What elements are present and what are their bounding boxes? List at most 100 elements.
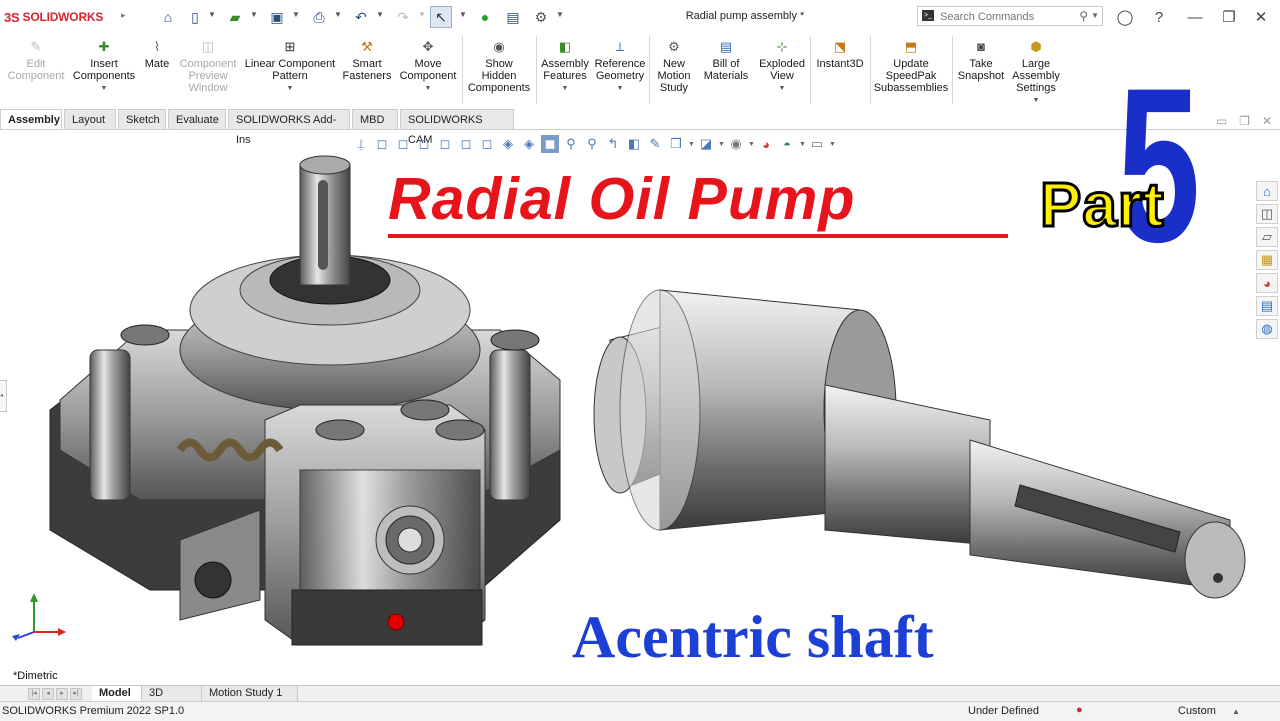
move-component-button[interactable]: ✥ Move Component ▼ — [396, 33, 460, 109]
select-dropdown[interactable]: ▼ — [459, 10, 467, 19]
new-document-dropdown[interactable]: ▼ — [208, 10, 216, 19]
feature-tree-collapse-handle[interactable]: ◂ — [0, 380, 7, 412]
unit-system[interactable]: Custom — [1178, 705, 1216, 717]
tab-model[interactable]: Model — [92, 686, 142, 702]
task-pane-home-button[interactable]: ⌂ — [1256, 181, 1278, 201]
display-style-dropdown-icon[interactable]: ▼ — [718, 141, 725, 148]
tab-solidworks-add-ins[interactable]: SOLIDWORKS Add-Ins — [228, 109, 350, 146]
help-icon: ? — [1154, 8, 1164, 26]
rebuild-status-light-icon[interactable]: ● — [1076, 704, 1083, 716]
exploded-view-button[interactable]: ⊹ Exploded View ▼ — [756, 33, 808, 109]
assembly-features-button[interactable]: ◧ Assembly Features ▼ — [538, 33, 592, 109]
search-icon[interactable]: ⚲ — [1079, 9, 1088, 23]
large-assembly-settings-button[interactable]: ⬢ Large Assembly Settings ▼ — [1008, 33, 1064, 109]
display-style-icon[interactable]: ◪ — [697, 135, 715, 153]
assembly-features-dropdown-icon[interactable]: ▼ — [562, 83, 569, 95]
new-document-button[interactable]: ▯ — [184, 6, 206, 28]
task-pane-resources-button[interactable]: ◫ — [1256, 204, 1278, 224]
smart-fasteners-button[interactable]: ⚒ Smart Fasteners — [340, 33, 394, 109]
view-settings-dropdown-icon[interactable]: ▼ — [829, 141, 836, 148]
previous-view-icon[interactable]: ↰ — [604, 135, 622, 153]
take-snapshot-button[interactable]: ◙ Take Snapshot — [954, 33, 1008, 109]
view-orientation-icon[interactable]: ❒ — [667, 135, 685, 153]
undo-button[interactable]: ↶ — [350, 6, 372, 28]
minimize-button[interactable]: — — [1184, 6, 1206, 28]
open-dropdown[interactable]: ▼ — [250, 10, 258, 19]
apply-scene-icon[interactable]: ◓ — [778, 135, 796, 153]
mate-button[interactable]: ⌇ Mate — [140, 33, 174, 109]
edit-appearance-icon[interactable]: ◕ — [757, 135, 775, 153]
tab-assembly[interactable]: Assembly — [0, 109, 62, 129]
large-assembly-dropdown-icon[interactable]: ▼ — [1033, 95, 1040, 107]
task-pane-community-button[interactable]: ◍ — [1256, 319, 1278, 339]
tab-motion-study-1[interactable]: Motion Study 1 — [202, 686, 298, 702]
task-pane-custom-properties-button[interactable]: ▤ — [1256, 296, 1278, 316]
print-button[interactable]: ⎙ — [308, 6, 330, 28]
first-tab-arrow-icon[interactable]: |◂ — [28, 688, 40, 700]
dynamic-annotation-icon[interactable]: ✎ — [646, 135, 664, 153]
file-properties-button[interactable]: ▤ — [502, 6, 524, 28]
video-headline: Radial Oil Pump — [388, 166, 856, 232]
tab-layout[interactable]: Layout — [64, 109, 116, 129]
menu-expand-arrow-icon[interactable]: ▸ — [121, 10, 126, 21]
unit-system-dropdown-icon[interactable]: ▲ — [1232, 707, 1240, 716]
last-tab-arrow-icon[interactable]: ▸| — [70, 688, 82, 700]
graphics-close-icon[interactable]: ✕ — [1262, 114, 1272, 132]
new-motion-study-button[interactable]: ⚙ New Motion Study — [651, 33, 697, 109]
redo-button[interactable]: ↷ — [392, 6, 414, 28]
insert-components-button[interactable]: ✚ Insert Components ▼ — [70, 33, 138, 109]
task-pane-file-explorer-button[interactable]: ▱ — [1256, 227, 1278, 247]
tab-evaluate[interactable]: Evaluate — [168, 109, 226, 129]
linear-component-pattern-button[interactable]: ⊞ Linear Component Pattern ▼ — [242, 33, 338, 109]
exploded-view-dropdown-icon[interactable]: ▼ — [779, 83, 786, 95]
graphics-minimize-icon[interactable]: ▭ — [1216, 114, 1227, 132]
options-button[interactable]: ⚙ — [530, 6, 552, 28]
previous-tab-arrow-icon[interactable]: ◂ — [42, 688, 54, 700]
open-button[interactable]: ▰ — [224, 6, 246, 28]
instant3d-button[interactable]: ⬔ Instant3D — [812, 33, 868, 109]
tab-sketch[interactable]: Sketch — [118, 109, 166, 129]
select-button[interactable]: ↖ — [430, 6, 452, 28]
reference-geometry-button[interactable]: ⟂ Reference Geometry ▼ — [593, 33, 647, 109]
restore-button[interactable]: ❐ — [1218, 6, 1240, 28]
show-hidden-components-button[interactable]: ◉ Show Hidden Components — [464, 33, 534, 109]
task-pane-view-palette-button[interactable]: ▦ — [1256, 250, 1278, 270]
view-settings-monitor-icon[interactable]: ▭ — [808, 135, 826, 153]
undo-dropdown[interactable]: ▼ — [376, 10, 384, 19]
edit-component-button[interactable]: ✎ Edit Component — [4, 33, 68, 109]
print-dropdown[interactable]: ▼ — [334, 10, 342, 19]
task-pane-appearances-button[interactable]: ◕ — [1256, 273, 1278, 293]
user-account-button[interactable]: ◯ — [1114, 6, 1136, 28]
options-dropdown[interactable]: ▼ — [556, 10, 564, 19]
solidworks-logo[interactable]: 3S SOLIDWORKS — [4, 8, 103, 26]
redo-dropdown[interactable]: ▼ — [418, 10, 426, 19]
help-button[interactable]: ? — [1148, 6, 1170, 28]
graphics-restore-icon[interactable]: ❐ — [1239, 114, 1250, 132]
tab-solidworks-cam[interactable]: SOLIDWORKS CAM — [400, 109, 514, 146]
home-button[interactable]: ⌂ — [157, 6, 179, 28]
component-preview-window-button[interactable]: ◫ Component Preview Window — [176, 33, 240, 109]
hide-show-dropdown-icon[interactable]: ▼ — [748, 141, 755, 148]
section-view-icon[interactable]: ◧ — [625, 135, 643, 153]
next-tab-arrow-icon[interactable]: ▸ — [56, 688, 68, 700]
acentric-shaft-model[interactable] — [590, 270, 1255, 600]
save-dropdown[interactable]: ▼ — [292, 10, 300, 19]
apply-scene-dropdown-icon[interactable]: ▼ — [799, 141, 806, 148]
search-input[interactable] — [938, 8, 1072, 26]
insert-components-dropdown-icon[interactable]: ▼ — [101, 83, 108, 95]
tab-mbd[interactable]: MBD — [352, 109, 398, 129]
command-separator — [870, 36, 871, 104]
bill-of-materials-button[interactable]: ▤ Bill of Materials — [700, 33, 752, 109]
search-dropdown-icon[interactable]: ▼ — [1091, 11, 1099, 20]
move-component-dropdown-icon[interactable]: ▼ — [425, 83, 432, 95]
save-button[interactable]: ▣ — [266, 6, 288, 28]
tab-3d-views[interactable]: 3D Views — [142, 686, 202, 714]
update-speedpak-button[interactable]: ⬒ Update SpeedPak Subassemblies — [872, 33, 950, 109]
rebuild-button[interactable]: ● — [474, 6, 496, 28]
linear-pattern-dropdown-icon[interactable]: ▼ — [287, 83, 294, 95]
hide-show-items-icon[interactable]: ◉ — [727, 135, 745, 153]
reference-geometry-dropdown-icon[interactable]: ▼ — [617, 83, 624, 95]
close-button[interactable]: ✕ — [1250, 6, 1272, 28]
view-orientation-dropdown-icon[interactable]: ▼ — [688, 141, 695, 148]
search-commands-box[interactable]: >_ ⚲ ▼ — [917, 6, 1103, 26]
